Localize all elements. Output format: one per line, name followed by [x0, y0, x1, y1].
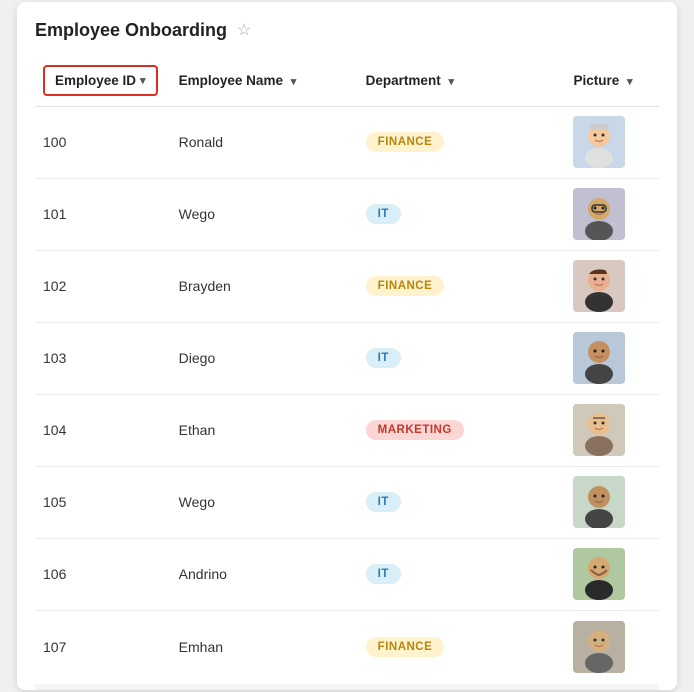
avatar: [573, 476, 625, 528]
cell-employee-name: Ronald: [171, 106, 358, 178]
department-badge: IT: [366, 348, 401, 368]
cell-department: IT: [358, 178, 566, 250]
col-header-department[interactable]: Department ▾: [358, 55, 566, 107]
header: Employee Onboarding ☆: [35, 20, 659, 41]
cell-employee-name: Wego: [171, 178, 358, 250]
favorite-icon[interactable]: ☆: [237, 20, 251, 40]
table-row: 105 Wego IT: [35, 466, 659, 538]
cell-picture: [565, 466, 659, 538]
cell-department: MARKETING: [358, 394, 566, 466]
cell-picture: [565, 106, 659, 178]
cell-department: FINANCE: [358, 610, 566, 682]
department-badge: IT: [366, 204, 401, 224]
table-row: 103 Diego IT: [35, 322, 659, 394]
department-badge: FINANCE: [366, 637, 445, 657]
table-row: 102 Brayden FINANCE: [35, 250, 659, 322]
chevron-down-icon: ▾: [140, 74, 146, 87]
avatar: [573, 404, 625, 456]
cell-department: IT: [358, 466, 566, 538]
employee-table: Employee ID ▾ Employee Name ▾ Department…: [35, 55, 659, 683]
cell-department: FINANCE: [358, 250, 566, 322]
cell-employee-id: 103: [35, 322, 171, 394]
cell-picture: [565, 394, 659, 466]
cell-picture: [565, 322, 659, 394]
chevron-down-icon: ▾: [627, 75, 633, 88]
cell-picture: [565, 610, 659, 682]
department-badge: IT: [366, 492, 401, 512]
table-header-row: Employee ID ▾ Employee Name ▾ Department…: [35, 55, 659, 107]
employee-onboarding-card: Employee Onboarding ☆ Employee ID ▾ Empl…: [17, 2, 677, 691]
cell-department: IT: [358, 538, 566, 610]
cell-employee-id: 100: [35, 106, 171, 178]
department-badge: FINANCE: [366, 276, 445, 296]
cell-employee-name: Wego: [171, 466, 358, 538]
cell-employee-id: 107: [35, 610, 171, 682]
cell-employee-id: 104: [35, 394, 171, 466]
department-badge: IT: [366, 564, 401, 584]
page-title: Employee Onboarding: [35, 20, 227, 41]
chevron-down-icon: ▾: [448, 75, 454, 88]
avatar: [573, 621, 625, 673]
table-row: 101 Wego IT: [35, 178, 659, 250]
cell-employee-id: 102: [35, 250, 171, 322]
col-header-employee-id[interactable]: Employee ID ▾: [35, 55, 171, 107]
department-badge: FINANCE: [366, 132, 445, 152]
cell-employee-name: Diego: [171, 322, 358, 394]
cell-employee-name: Andrino: [171, 538, 358, 610]
cell-picture: [565, 538, 659, 610]
chevron-down-icon: ▾: [291, 75, 297, 88]
department-badge: MARKETING: [366, 420, 464, 440]
cell-employee-name: Brayden: [171, 250, 358, 322]
avatar: [573, 188, 625, 240]
avatar: [573, 260, 625, 312]
table-row: 107 Emhan FINANCE: [35, 610, 659, 682]
cell-department: IT: [358, 322, 566, 394]
avatar: [573, 332, 625, 384]
horizontal-scrollbar[interactable]: [35, 684, 659, 690]
table-row: 106 Andrino IT: [35, 538, 659, 610]
col-header-employee-name[interactable]: Employee Name ▾: [171, 55, 358, 107]
cell-employee-id: 106: [35, 538, 171, 610]
col-header-picture[interactable]: Picture ▾: [565, 55, 659, 107]
table-row: 104 Ethan MARKETING: [35, 394, 659, 466]
cell-employee-name: Ethan: [171, 394, 358, 466]
cell-picture: [565, 250, 659, 322]
cell-employee-id: 105: [35, 466, 171, 538]
table-row: 100 Ronald FINANCE: [35, 106, 659, 178]
cell-employee-id: 101: [35, 178, 171, 250]
cell-department: FINANCE: [358, 106, 566, 178]
avatar: [573, 548, 625, 600]
avatar: [573, 116, 625, 168]
cell-picture: [565, 178, 659, 250]
cell-employee-name: Emhan: [171, 610, 358, 682]
